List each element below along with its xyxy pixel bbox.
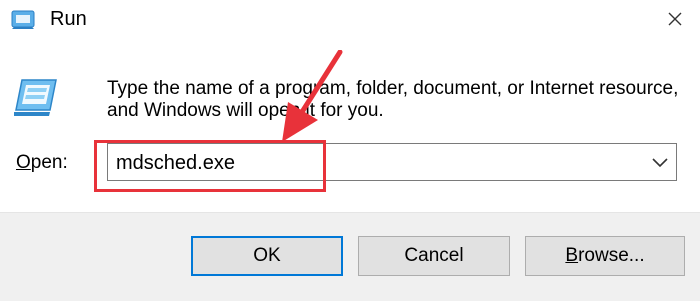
browse-label-rest: rowse... [578,245,645,266]
open-label-rest: pen: [30,152,68,173]
dialog-description: Type the name of a program, folder, docu… [107,78,679,121]
close-icon [668,12,682,26]
title-bar: Run [0,0,700,40]
dialog-content [0,40,700,212]
cancel-button[interactable]: Cancel [358,236,510,276]
ok-button[interactable]: OK [191,236,343,276]
open-combobox[interactable] [107,143,677,181]
open-label-accesskey: O [16,152,31,173]
chevron-down-icon[interactable] [650,154,670,170]
browse-button[interactable]: Browse... [525,236,685,276]
run-icon [11,10,35,29]
close-button[interactable] [650,0,700,38]
open-input[interactable] [116,150,636,176]
run-dialog-icon [14,79,57,116]
browse-accesskey: B [565,245,579,266]
window-title: Run [50,8,87,30]
open-label: Open: [16,152,68,174]
